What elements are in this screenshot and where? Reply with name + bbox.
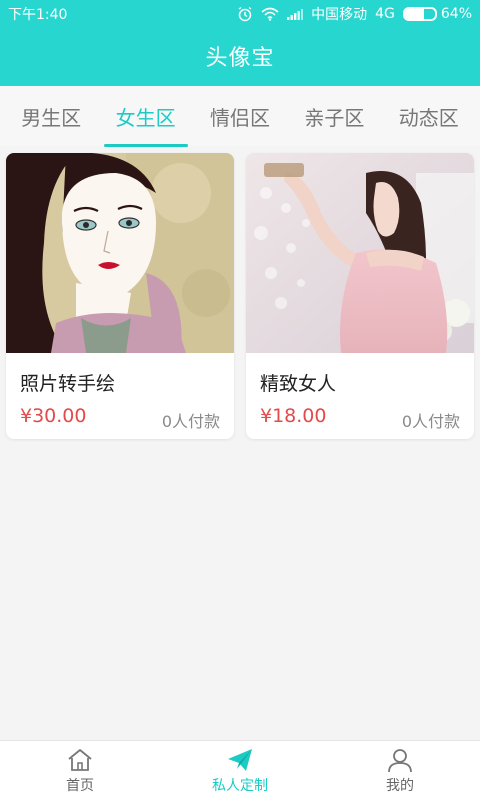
battery-percent: 64% [440,6,472,22]
home-icon [66,747,94,773]
nav-home[interactable]: 首页 [20,747,140,795]
product-name: 照片转手绘 [20,373,116,395]
tab-label: 女生区 [115,105,176,130]
payment-count: 0人付款 [161,412,220,431]
product-price: ¥30.00 [20,405,87,427]
payment-count: 0人付款 [401,412,460,431]
active-tab-indicator [103,143,188,147]
status-bar: 下午1:40 中国移动 4G 64% [0,0,480,28]
product-image [246,153,474,353]
signal-icon [287,8,304,20]
tab-label: 情侣区 [209,105,270,130]
product-card[interactable]: 精致女人 ¥18.00 0人付款 [246,153,474,439]
bottom-nav: 首页 私人定制 我的 [0,740,480,800]
paper-plane-icon [226,747,254,773]
page-title: 头像宝 [205,46,275,71]
tab-label: 动态区 [398,105,459,130]
user-icon [386,747,414,773]
tab-parent-child[interactable]: 亲子区 [298,92,370,141]
tab-label: 亲子区 [304,105,365,130]
nav-label: 首页 [66,777,94,794]
battery-icon: 64% [402,6,472,22]
carrier-name: 中国移动 [311,7,368,23]
status-indicators: 中国移动 4G 64% [237,4,472,24]
nav-custom[interactable]: 私人定制 [180,747,300,795]
app-header: 下午1:40 中国移动 4G 64% 头像宝 [0,0,480,86]
nav-mine[interactable]: 我的 [340,747,460,795]
nav-label: 我的 [386,777,414,794]
tab-dynamic[interactable]: 动态区 [393,92,465,141]
status-time: 下午1:40 [8,7,68,23]
product-image [6,153,234,353]
product-grid: 照片转手绘 ¥30.00 0人付款 精致女人 ¥18.00 0人付款 [6,153,474,439]
nav-label: 私人定制 [212,777,268,794]
tab-label: 男生区 [21,105,82,130]
tab-couple[interactable]: 情侣区 [204,92,276,141]
tab-female[interactable]: 女生区 [103,92,188,147]
tab-male[interactable]: 男生区 [15,92,87,141]
product-card[interactable]: 照片转手绘 ¥30.00 0人付款 [6,153,234,439]
wifi-icon [261,7,279,21]
product-name: 精致女人 [260,373,337,395]
alarm-icon [237,6,253,22]
category-tabs: 男生区 女生区 情侣区 亲子区 动态区 [0,86,480,147]
network-type: 4G [375,6,395,22]
product-price: ¥18.00 [260,405,327,427]
